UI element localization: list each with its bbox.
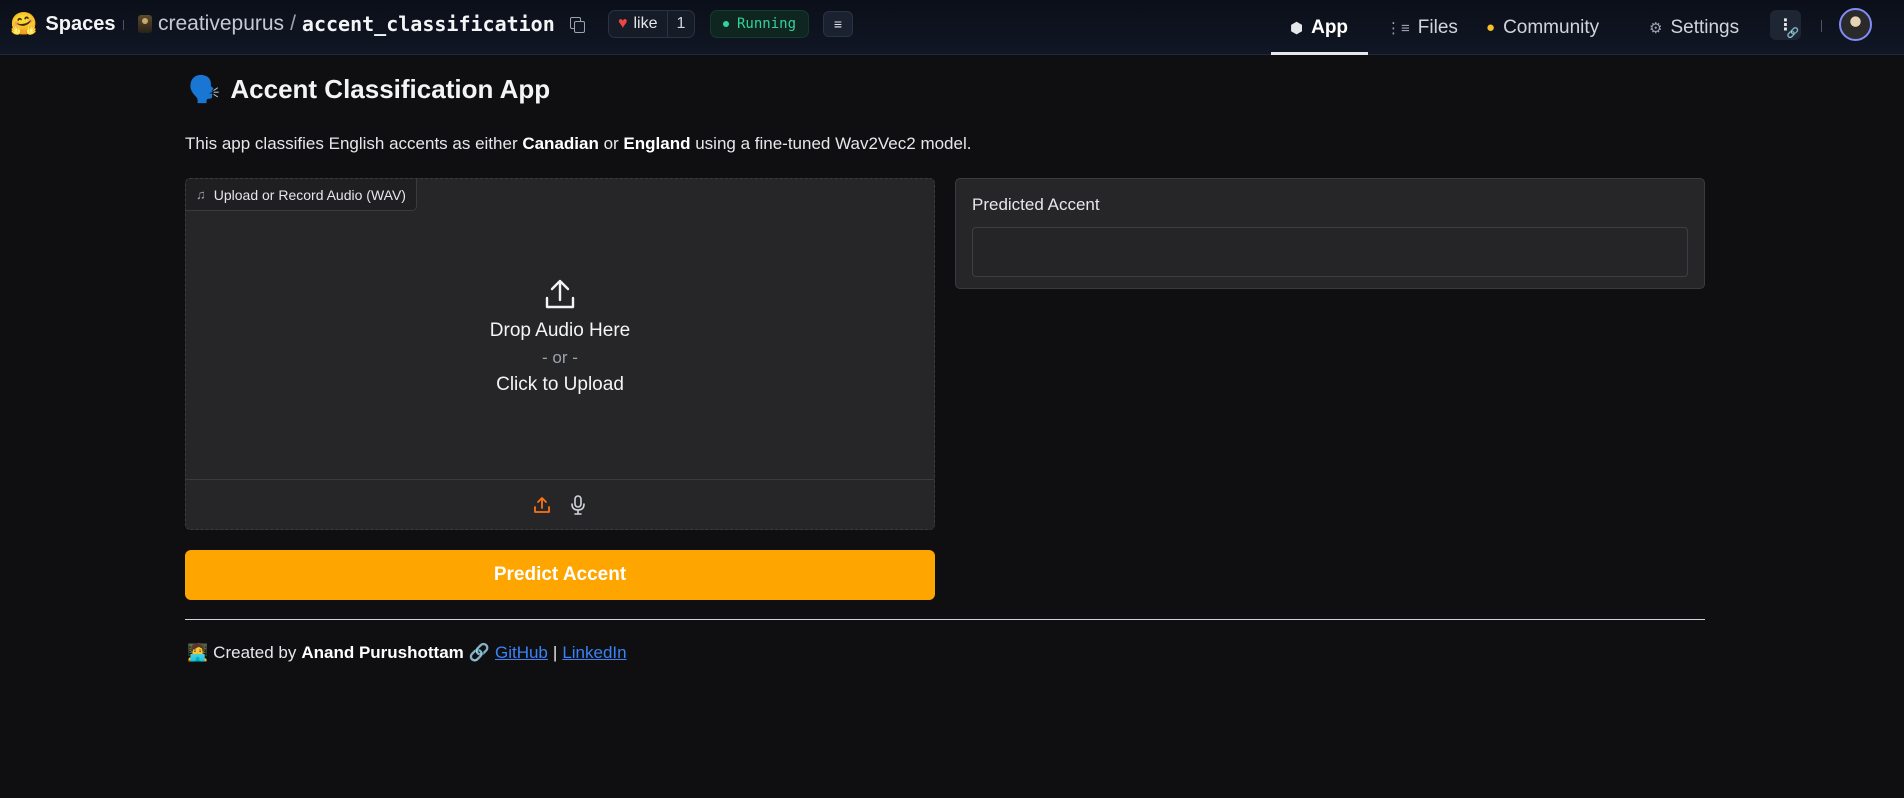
top-navbar: 🤗 Spaces creativepurus / accent_classifica…	[0, 0, 1904, 55]
predicted-accent-label: Predicted Accent	[972, 195, 1100, 214]
predict-accent-button[interactable]: Predict Accent	[185, 550, 935, 600]
link-icon: 🔗	[468, 643, 490, 662]
credits-footer: 🧑‍💻 Created by Anand Purushottam 🔗 GitHu…	[187, 643, 627, 663]
tab-settings-label: Settings	[1670, 16, 1740, 38]
audio-input-label-text: Upload or Record Audio (WAV)	[213, 186, 406, 203]
tab-files-label: Files	[1417, 16, 1458, 38]
predicted-accent-field[interactable]	[972, 227, 1688, 277]
audio-input-label: ♫ Upload or Record Audio (WAV)	[186, 179, 417, 211]
created-by-text: Created by	[213, 643, 297, 662]
predicted-accent-output: Predicted Accent	[955, 178, 1705, 289]
tab-community[interactable]: ● Community	[1486, 0, 1599, 55]
desc-text: using a fine-tuned Wav2Vec2 model.	[690, 134, 972, 153]
cube-icon: ⬢	[1290, 19, 1304, 37]
app-description: This app classifies English accents as e…	[185, 134, 971, 154]
like-label: like	[633, 15, 658, 32]
heart-icon: ♥	[618, 15, 628, 32]
upload-source-icon	[534, 496, 550, 513]
repo-slash: /	[290, 12, 296, 35]
desc-canadian: Canadian	[522, 134, 599, 153]
brand-text: Spaces	[45, 12, 116, 35]
active-tab-indicator	[1271, 52, 1368, 55]
repo-owner-link[interactable]: creativepurus	[158, 12, 284, 36]
music-note-icon: ♫	[196, 187, 206, 202]
click-to-upload-text: Click to Upload	[496, 374, 624, 395]
more-options-button[interactable]: ⋮ 🔗	[1770, 10, 1801, 40]
upload-icon	[545, 279, 575, 309]
like-count[interactable]: 1	[666, 11, 695, 37]
user-avatar[interactable]	[1839, 8, 1872, 41]
github-link[interactable]: GitHub	[495, 643, 548, 663]
speaking-head-icon: 🗣️	[188, 74, 221, 104]
drop-audio-text: Drop Audio Here	[489, 320, 631, 341]
link-divider: |	[552, 643, 558, 662]
gear-icon: ⚙	[1649, 19, 1663, 37]
logs-button[interactable]: ≡	[823, 11, 853, 37]
microphone-source-button[interactable]	[567, 493, 589, 517]
desc-england: England	[623, 134, 691, 153]
author-name: Anand Purushottam	[301, 643, 464, 662]
microphone-icon	[571, 494, 585, 515]
divider	[123, 20, 124, 30]
desc-text: This app classifies English accents as e…	[185, 134, 523, 153]
upload-source-button[interactable]	[531, 493, 553, 517]
audio-input: ♫ Upload or Record Audio (WAV) Drop Audi…	[185, 178, 935, 530]
desc-text: or	[598, 134, 624, 153]
files-icon: ⋮≡	[1386, 19, 1410, 37]
tab-community-label: Community	[1503, 16, 1600, 38]
technologist-icon: 🧑‍💻	[187, 643, 209, 662]
tab-files[interactable]: ⋮≡ Files	[1386, 0, 1458, 55]
linkedin-link[interactable]: LinkedIn	[562, 643, 626, 663]
repo-name-link[interactable]: accent_classification	[302, 12, 555, 36]
tab-app[interactable]: ⬢ App	[1290, 0, 1348, 55]
huggingface-logo-icon: 🤗	[10, 11, 38, 36]
like-button[interactable]: ♥ like 1	[608, 10, 696, 38]
audio-drop-zone[interactable]: Drop Audio Here - or - Click to Upload	[186, 211, 934, 481]
divider	[1821, 20, 1822, 32]
horizontal-rule	[185, 619, 1705, 620]
tab-settings[interactable]: ⚙ Settings	[1649, 0, 1739, 55]
like-toggle[interactable]: ♥ like	[609, 11, 667, 37]
status-badge[interactable]: Running	[710, 10, 810, 38]
tab-app-label: App	[1311, 16, 1349, 38]
title-text: Accent Classification App	[230, 74, 551, 104]
link-icon: 🔗	[1786, 28, 1799, 39]
status-text: Running	[737, 16, 797, 32]
page-title: 🗣️ Accent Classification App	[188, 74, 550, 105]
repo-path: creativepurus / accent_classification	[138, 12, 585, 36]
status-dot-icon	[723, 21, 729, 27]
community-icon: ●	[1486, 19, 1496, 36]
owner-avatar-icon	[138, 15, 152, 33]
or-text: - or -	[542, 348, 578, 367]
spaces-brand-link[interactable]: 🤗 Spaces	[10, 11, 115, 37]
audio-source-selector	[186, 479, 934, 529]
logs-icon: ≡	[833, 16, 843, 32]
copy-icon[interactable]	[569, 16, 585, 33]
